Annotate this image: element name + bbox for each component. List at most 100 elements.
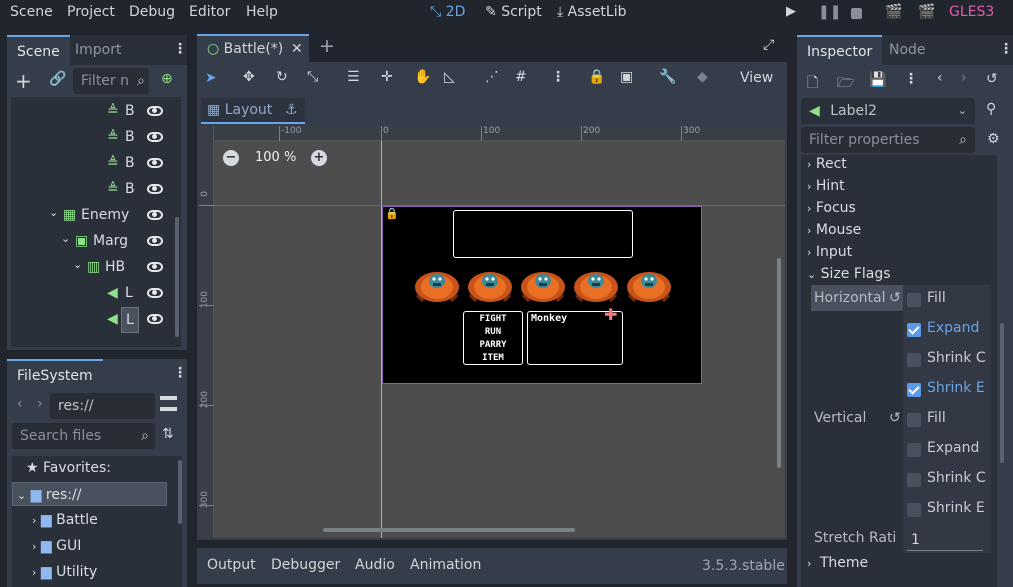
visibility-icon[interactable]	[147, 158, 163, 168]
stretch-ratio-field[interactable]: 1	[903, 527, 991, 553]
checkbox[interactable]	[907, 473, 921, 487]
theme-section[interactable]: › Theme	[807, 551, 868, 575]
grid-snap-icon[interactable]: #	[515, 69, 527, 85]
kebab-icon[interactable]: ⋮	[173, 41, 187, 57]
size-flag-option[interactable]: Expand	[903, 318, 991, 342]
viewport-hscrollbar[interactable]	[323, 528, 575, 532]
property-filter-input[interactable]: Filter properties ⌕	[801, 127, 975, 153]
view-menu[interactable]: View	[740, 70, 773, 86]
menu-help[interactable]: Help	[246, 4, 278, 20]
tab-node[interactable]: Node	[879, 35, 936, 65]
workspace-script[interactable]: ✎ Script	[485, 4, 542, 20]
zoom-in-icon[interactable]: +	[311, 150, 327, 166]
workspace-2d[interactable]: ⤡ 2D	[430, 4, 465, 20]
size-flag-option[interactable]: Shrink E	[903, 498, 991, 522]
stop-icon[interactable]	[851, 8, 862, 19]
kebab-icon[interactable]: ⋮	[173, 365, 187, 381]
lock-icon[interactable]: 🔒	[588, 69, 605, 85]
history-forward-icon[interactable]: ›	[961, 70, 967, 86]
chevron-down-icon[interactable]: ⌄	[49, 201, 58, 225]
bottom-tab-audio[interactable]: Audio	[355, 557, 395, 573]
pan-icon[interactable]: ✋	[414, 69, 431, 85]
pivot-icon[interactable]: ✛	[381, 69, 393, 85]
checkbox[interactable]	[907, 503, 921, 517]
link-icon[interactable]: 🔗	[49, 71, 66, 87]
tab-import[interactable]: Import	[65, 35, 131, 65]
renderer-badge[interactable]: GLES3	[949, 4, 994, 20]
visibility-icon[interactable]	[147, 236, 163, 246]
smart-snap-icon[interactable]: ⋰	[485, 69, 499, 85]
filesystem-title[interactable]: FileSystem	[7, 359, 103, 389]
scene-tree-row[interactable]: ◀ L	[11, 281, 171, 305]
inspector-section-hint[interactable]: › Hint	[807, 174, 845, 198]
res-root-row[interactable]: ⌄ ▆ res://	[12, 482, 167, 506]
split-view-icon[interactable]	[160, 396, 177, 411]
tab-scene[interactable]: Scene	[7, 35, 70, 65]
list-select-icon[interactable]: ☰	[347, 69, 360, 85]
size-flag-option[interactable]: Fill	[903, 408, 991, 432]
play-custom-scene-icon[interactable]: 🎬	[918, 4, 935, 20]
tab-battle-scene[interactable]: ○ Battle(*) ✕	[197, 34, 309, 62]
scene-tree-row[interactable]: ≜ B	[11, 151, 171, 175]
scene-tree-scrollbar[interactable]	[175, 217, 179, 337]
inspector-section-rect[interactable]: › Rect	[807, 155, 847, 176]
zoom-out-icon[interactable]: −	[223, 150, 239, 166]
pause-icon[interactable]: ❚❚	[818, 4, 841, 20]
file-tree-scrollbar[interactable]	[178, 460, 182, 524]
bottom-tab-output[interactable]: Output	[207, 557, 256, 573]
scene-tree-row[interactable]: ≜ B	[11, 177, 171, 201]
bottom-tab-animation[interactable]: Animation	[410, 557, 481, 573]
visibility-icon[interactable]	[147, 210, 163, 220]
more-icon[interactable]: ⋮	[904, 71, 918, 87]
ruler-icon[interactable]: ◺	[444, 69, 455, 85]
open-folder-icon[interactable]: 🗁	[837, 72, 854, 96]
viewport[interactable]: -100 0 100 200 300 0 100 200 300 − 100 % + 🔒 FI…	[199, 126, 785, 538]
rotate-icon[interactable]: ↻	[276, 69, 288, 85]
checkbox[interactable]	[907, 413, 921, 427]
snap-options-icon[interactable]: ⋮	[551, 69, 565, 85]
close-icon[interactable]: ✕	[291, 36, 303, 62]
menu-project[interactable]: Project	[67, 4, 115, 20]
workspace-assetlib[interactable]: ⤓ AssetLib	[557, 4, 627, 20]
checkbox[interactable]	[907, 353, 921, 367]
save-icon[interactable]: 💾	[869, 72, 886, 88]
chevron-down-icon[interactable]: ⌄	[73, 253, 82, 277]
scene-filter-input[interactable]: Filter n ⌕	[73, 68, 149, 94]
size-flag-option[interactable]: Fill	[903, 288, 991, 312]
folder-row[interactable]: › ▆ Battle	[32, 508, 98, 532]
play-icon[interactable]: ▶	[786, 4, 796, 19]
visibility-icon[interactable]	[147, 106, 163, 116]
scene-tree-row[interactable]: ≜ B	[11, 99, 171, 123]
move-icon[interactable]: ✥	[243, 69, 255, 85]
menu-debug[interactable]: Debug	[129, 4, 175, 20]
bottom-tab-debugger[interactable]: Debugger	[271, 557, 340, 573]
checkbox[interactable]	[907, 443, 921, 457]
kebab-icon[interactable]: ⋮	[999, 41, 1013, 57]
visibility-icon[interactable]	[147, 184, 163, 194]
inspector-section-focus[interactable]: › Focus	[807, 196, 856, 220]
viewport-vscrollbar[interactable]	[777, 258, 781, 468]
visibility-icon[interactable]	[147, 132, 163, 142]
back-icon[interactable]: ‹	[17, 396, 23, 412]
node-selector[interactable]: ◀ Label2 ⌄	[801, 98, 975, 124]
scene-tree-row[interactable]: ⌄ ▣ Marg	[11, 229, 171, 253]
scale-icon[interactable]: ⤡	[307, 69, 318, 85]
folder-row[interactable]: › ▆ Utility	[32, 560, 97, 584]
sort-icon[interactable]: ⇅	[162, 426, 174, 442]
select-icon[interactable]: ➤	[205, 70, 217, 86]
favorites-row[interactable]: ★ Favorites:	[26, 456, 111, 480]
new-resource-icon[interactable]: 🗋	[807, 72, 818, 96]
instance-scene-icon[interactable]: ⊕	[161, 71, 173, 87]
group-icon[interactable]: ▣	[620, 69, 633, 85]
tab-inspector[interactable]: Inspector	[797, 35, 883, 65]
zoom-level[interactable]: 100 %	[255, 150, 296, 165]
node-help-icon[interactable]: ⚲	[986, 101, 996, 117]
add-node-icon[interactable]: +	[15, 69, 32, 93]
menu-scene[interactable]: Scene	[10, 4, 53, 20]
size-flag-option[interactable]: Shrink C	[903, 468, 991, 492]
inspector-section-mouse[interactable]: › Mouse	[807, 218, 861, 242]
visibility-icon[interactable]	[147, 288, 163, 298]
stretch-slider[interactable]	[907, 550, 983, 551]
chevron-down-icon[interactable]: ⌄	[61, 227, 70, 251]
distraction-free-icon[interactable]: ⤢	[763, 37, 774, 53]
